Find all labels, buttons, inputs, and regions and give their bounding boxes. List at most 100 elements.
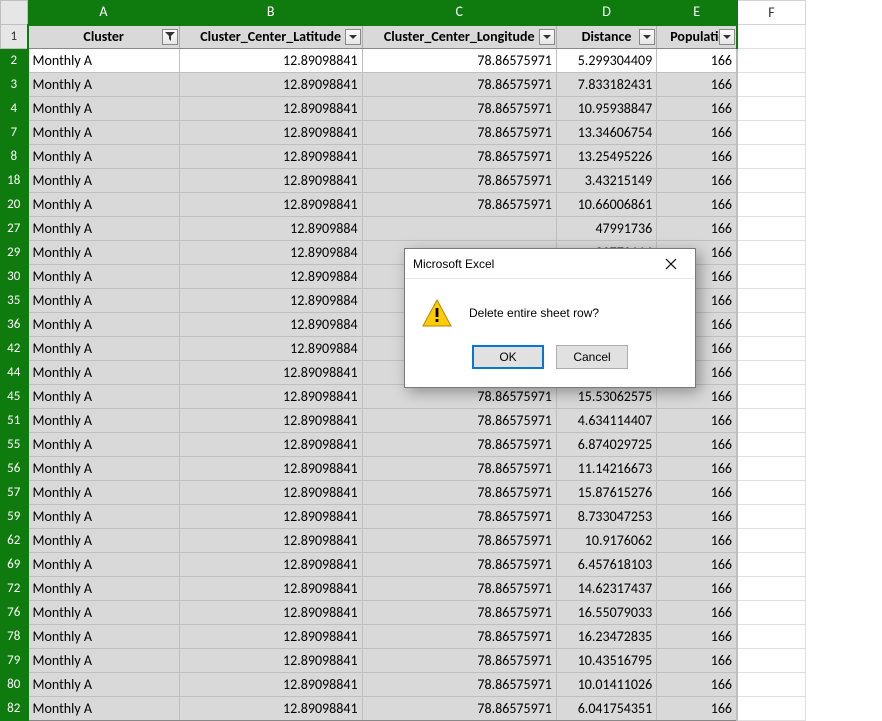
cell-distance[interactable]: 15.53062575	[556, 385, 656, 409]
cell-cluster[interactable]: Monthly A	[28, 673, 180, 697]
cell-longitude[interactable]: 78.86575971	[362, 673, 556, 697]
row-header[interactable]: 20	[1, 193, 28, 217]
cell-cluster[interactable]: Monthly A	[28, 169, 180, 193]
cell-latitude[interactable]: 12.8909884	[179, 265, 362, 289]
cell-latitude[interactable]: 12.89098841	[179, 49, 362, 73]
cell-longitude[interactable]: 78.86575971	[362, 577, 556, 601]
cell-latitude[interactable]: 12.89098841	[179, 73, 362, 97]
cell-cluster[interactable]: Monthly A	[28, 601, 180, 625]
empty-cell[interactable]	[737, 385, 805, 409]
row-header[interactable]: 18	[1, 169, 28, 193]
empty-cell[interactable]	[737, 25, 805, 49]
row-header[interactable]: 57	[1, 481, 28, 505]
row-header[interactable]: 29	[1, 241, 28, 265]
col-header-C[interactable]: C	[362, 1, 556, 25]
row-header[interactable]: 69	[1, 553, 28, 577]
row-header[interactable]: 45	[1, 385, 28, 409]
cell-latitude[interactable]: 12.89098841	[179, 529, 362, 553]
empty-cell[interactable]	[737, 121, 805, 145]
cell-cluster[interactable]: Monthly A	[28, 49, 180, 73]
cell-distance[interactable]: 47991736	[556, 217, 656, 241]
cell-longitude[interactable]: 78.86575971	[362, 481, 556, 505]
empty-cell[interactable]	[737, 169, 805, 193]
cell-latitude[interactable]: 12.89098841	[179, 553, 362, 577]
cancel-button[interactable]: Cancel	[556, 345, 628, 369]
cell-population[interactable]: 166	[657, 121, 737, 145]
row-header[interactable]: 35	[1, 289, 28, 313]
row-header-1[interactable]: 1	[1, 25, 28, 49]
cell-population[interactable]: 166	[657, 145, 737, 169]
cell-latitude[interactable]: 12.89098841	[179, 457, 362, 481]
cell-latitude[interactable]: 12.8909884	[179, 241, 362, 265]
cell-population[interactable]: 166	[657, 649, 737, 673]
cell-population[interactable]: 166	[657, 97, 737, 121]
empty-cell[interactable]	[737, 697, 805, 721]
cell-distance[interactable]: 7.833182431	[556, 73, 656, 97]
row-header[interactable]: 51	[1, 409, 28, 433]
cell-latitude[interactable]: 12.89098841	[179, 121, 362, 145]
cell-distance[interactable]: 6.457618103	[556, 553, 656, 577]
cell-cluster[interactable]: Monthly A	[28, 409, 180, 433]
row-header[interactable]: 4	[1, 97, 28, 121]
cell-cluster[interactable]: Monthly A	[28, 73, 180, 97]
cell-latitude[interactable]: 12.89098841	[179, 361, 362, 385]
filter-dropdown-icon[interactable]	[719, 29, 735, 45]
row-header[interactable]: 56	[1, 457, 28, 481]
row-header[interactable]: 2	[1, 49, 28, 73]
cell-distance[interactable]: 14.62317437	[556, 577, 656, 601]
cell-cluster[interactable]: Monthly A	[28, 145, 180, 169]
cell-latitude[interactable]: 12.8909884	[179, 289, 362, 313]
cell-cluster[interactable]: Monthly A	[28, 529, 180, 553]
cell-population[interactable]: 166	[657, 601, 737, 625]
cell-latitude[interactable]: 12.89098841	[179, 649, 362, 673]
cell-longitude[interactable]: 78.86575971	[362, 505, 556, 529]
cell-population[interactable]: 166	[657, 385, 737, 409]
empty-cell[interactable]	[737, 73, 805, 97]
row-header[interactable]: 72	[1, 577, 28, 601]
cell-population[interactable]: 166	[657, 673, 737, 697]
cell-longitude[interactable]: 78.86575971	[362, 97, 556, 121]
close-icon[interactable]	[655, 252, 687, 276]
cell-latitude[interactable]: 12.8909884	[179, 217, 362, 241]
empty-cell[interactable]	[737, 505, 805, 529]
select-all-corner[interactable]	[1, 1, 28, 25]
cell-longitude[interactable]: 78.86575971	[362, 121, 556, 145]
cell-longitude[interactable]: 78.86575971	[362, 649, 556, 673]
cell-distance[interactable]: 6.041754351	[556, 697, 656, 721]
cell-distance[interactable]: 13.25495226	[556, 145, 656, 169]
cell-cluster[interactable]: Monthly A	[28, 505, 180, 529]
cell-longitude[interactable]: 78.86575971	[362, 193, 556, 217]
cell-cluster[interactable]: Monthly A	[28, 553, 180, 577]
empty-cell[interactable]	[737, 289, 805, 313]
cell-distance[interactable]: 4.634114407	[556, 409, 656, 433]
empty-cell[interactable]	[737, 217, 805, 241]
empty-cell[interactable]	[737, 49, 805, 73]
cell-cluster[interactable]: Monthly A	[28, 385, 180, 409]
row-header[interactable]: 44	[1, 361, 28, 385]
empty-cell[interactable]	[737, 481, 805, 505]
cell-distance[interactable]: 13.34606754	[556, 121, 656, 145]
cell-cluster[interactable]: Monthly A	[28, 697, 180, 721]
cell-longitude[interactable]	[362, 217, 556, 241]
row-header[interactable]: 3	[1, 73, 28, 97]
col-header-B[interactable]: B	[179, 1, 362, 25]
cell-latitude[interactable]: 12.89098841	[179, 145, 362, 169]
ok-button[interactable]: OK	[472, 345, 544, 369]
cell-population[interactable]: 166	[657, 529, 737, 553]
cell-longitude[interactable]: 78.86575971	[362, 49, 556, 73]
empty-cell[interactable]	[737, 97, 805, 121]
cell-latitude[interactable]: 12.89098841	[179, 697, 362, 721]
cell-cluster[interactable]: Monthly A	[28, 217, 180, 241]
row-header[interactable]: 36	[1, 313, 28, 337]
empty-cell[interactable]	[737, 265, 805, 289]
cell-latitude[interactable]: 12.89098841	[179, 673, 362, 697]
cell-distance[interactable]: 3.43215149	[556, 169, 656, 193]
cell-latitude[interactable]: 12.89098841	[179, 625, 362, 649]
cell-population[interactable]: 166	[657, 49, 737, 73]
empty-cell[interactable]	[737, 457, 805, 481]
row-header[interactable]: 59	[1, 505, 28, 529]
cell-longitude[interactable]: 78.86575971	[362, 697, 556, 721]
cell-latitude[interactable]: 12.89098841	[179, 97, 362, 121]
empty-cell[interactable]	[737, 601, 805, 625]
row-header[interactable]: 78	[1, 625, 28, 649]
